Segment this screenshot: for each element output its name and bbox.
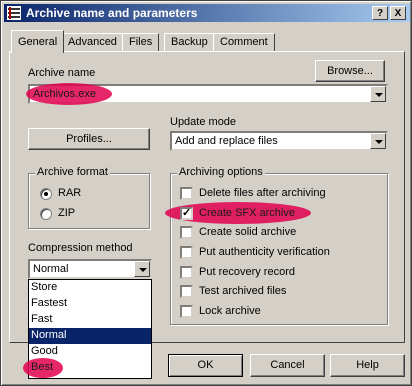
- authenticity-label: Put authenticity verification: [199, 246, 330, 258]
- create-solid-label: Create solid archive: [199, 226, 297, 238]
- compression-method-value: Normal: [33, 263, 69, 275]
- compression-dropdown-button[interactable]: [134, 261, 150, 277]
- rar-label: RAR: [58, 187, 82, 199]
- create-sfx-checkbox[interactable]: ✓: [180, 207, 193, 220]
- close-button[interactable]: X: [390, 6, 406, 20]
- chevron-down-icon: [139, 268, 147, 272]
- compression-method-label: Compression method: [28, 242, 133, 254]
- list-item[interactable]: Store: [29, 280, 151, 296]
- recovery-record-checkbox[interactable]: [180, 266, 193, 279]
- cancel-button[interactable]: Cancel: [250, 354, 325, 377]
- lock-archive-checkbox[interactable]: [180, 305, 193, 318]
- window-title: Archive name and parameters: [26, 6, 198, 20]
- help-button[interactable]: Help: [330, 354, 405, 377]
- tab-comment[interactable]: Comment: [213, 33, 275, 51]
- archive-format-title: Archive format: [35, 166, 110, 178]
- list-item[interactable]: Best: [23, 358, 151, 378]
- list-item-selected[interactable]: Normal: [29, 328, 151, 344]
- update-mode-value: Add and replace files: [175, 135, 278, 147]
- tab-files[interactable]: Files: [122, 33, 160, 51]
- zip-radio[interactable]: [40, 208, 52, 220]
- update-mode-select[interactable]: Add and replace files: [170, 131, 388, 151]
- rar-radio[interactable]: [40, 188, 52, 200]
- authenticity-checkbox[interactable]: [180, 246, 193, 259]
- archive-dialog: Archive name and parameters ? X General …: [0, 0, 412, 386]
- help-title-button[interactable]: ?: [372, 6, 388, 20]
- update-mode-dropdown-button[interactable]: [370, 133, 386, 149]
- recovery-record-label: Put recovery record: [199, 266, 295, 278]
- chevron-down-icon: [375, 140, 383, 144]
- compression-method-select[interactable]: Normal: [28, 259, 152, 279]
- tab-general[interactable]: General: [11, 30, 65, 53]
- chevron-down-icon: [375, 93, 383, 97]
- archive-name-dropdown-button[interactable]: [370, 86, 386, 102]
- test-files-label: Test archived files: [199, 285, 287, 297]
- tab-advanced[interactable]: Advanced: [61, 33, 124, 51]
- delete-files-label: Delete files after archiving: [199, 187, 326, 199]
- tab-backup[interactable]: Backup: [164, 33, 215, 51]
- zip-label: ZIP: [58, 207, 76, 219]
- archiving-options-title: Archiving options: [177, 166, 265, 178]
- list-item[interactable]: Fastest: [29, 296, 151, 312]
- archiving-options-group: Archiving options Delete files after arc…: [165, 166, 388, 325]
- list-item[interactable]: Fast: [29, 312, 151, 328]
- profiles-button[interactable]: Profiles...: [28, 128, 150, 150]
- lock-archive-label: Lock archive: [199, 305, 261, 317]
- compression-options-list[interactable]: Store Fastest Fast Normal Good Best: [23, 279, 152, 379]
- winrar-app-icon: [7, 6, 21, 20]
- title-bar[interactable]: Archive name and parameters ? X: [4, 4, 410, 22]
- archive-name-value: Archivos.exe: [33, 88, 96, 100]
- create-sfx-label: Create SFX archive: [199, 207, 295, 219]
- ok-button[interactable]: OK: [168, 354, 243, 377]
- create-solid-checkbox[interactable]: [180, 226, 193, 239]
- best-option-label: Best: [31, 361, 54, 373]
- archive-name-combo[interactable]: Archivos.exe: [26, 83, 388, 105]
- delete-files-checkbox[interactable]: [180, 187, 193, 200]
- archive-format-group: Archive format RAR ZIP: [28, 166, 150, 229]
- test-files-checkbox[interactable]: [180, 285, 193, 298]
